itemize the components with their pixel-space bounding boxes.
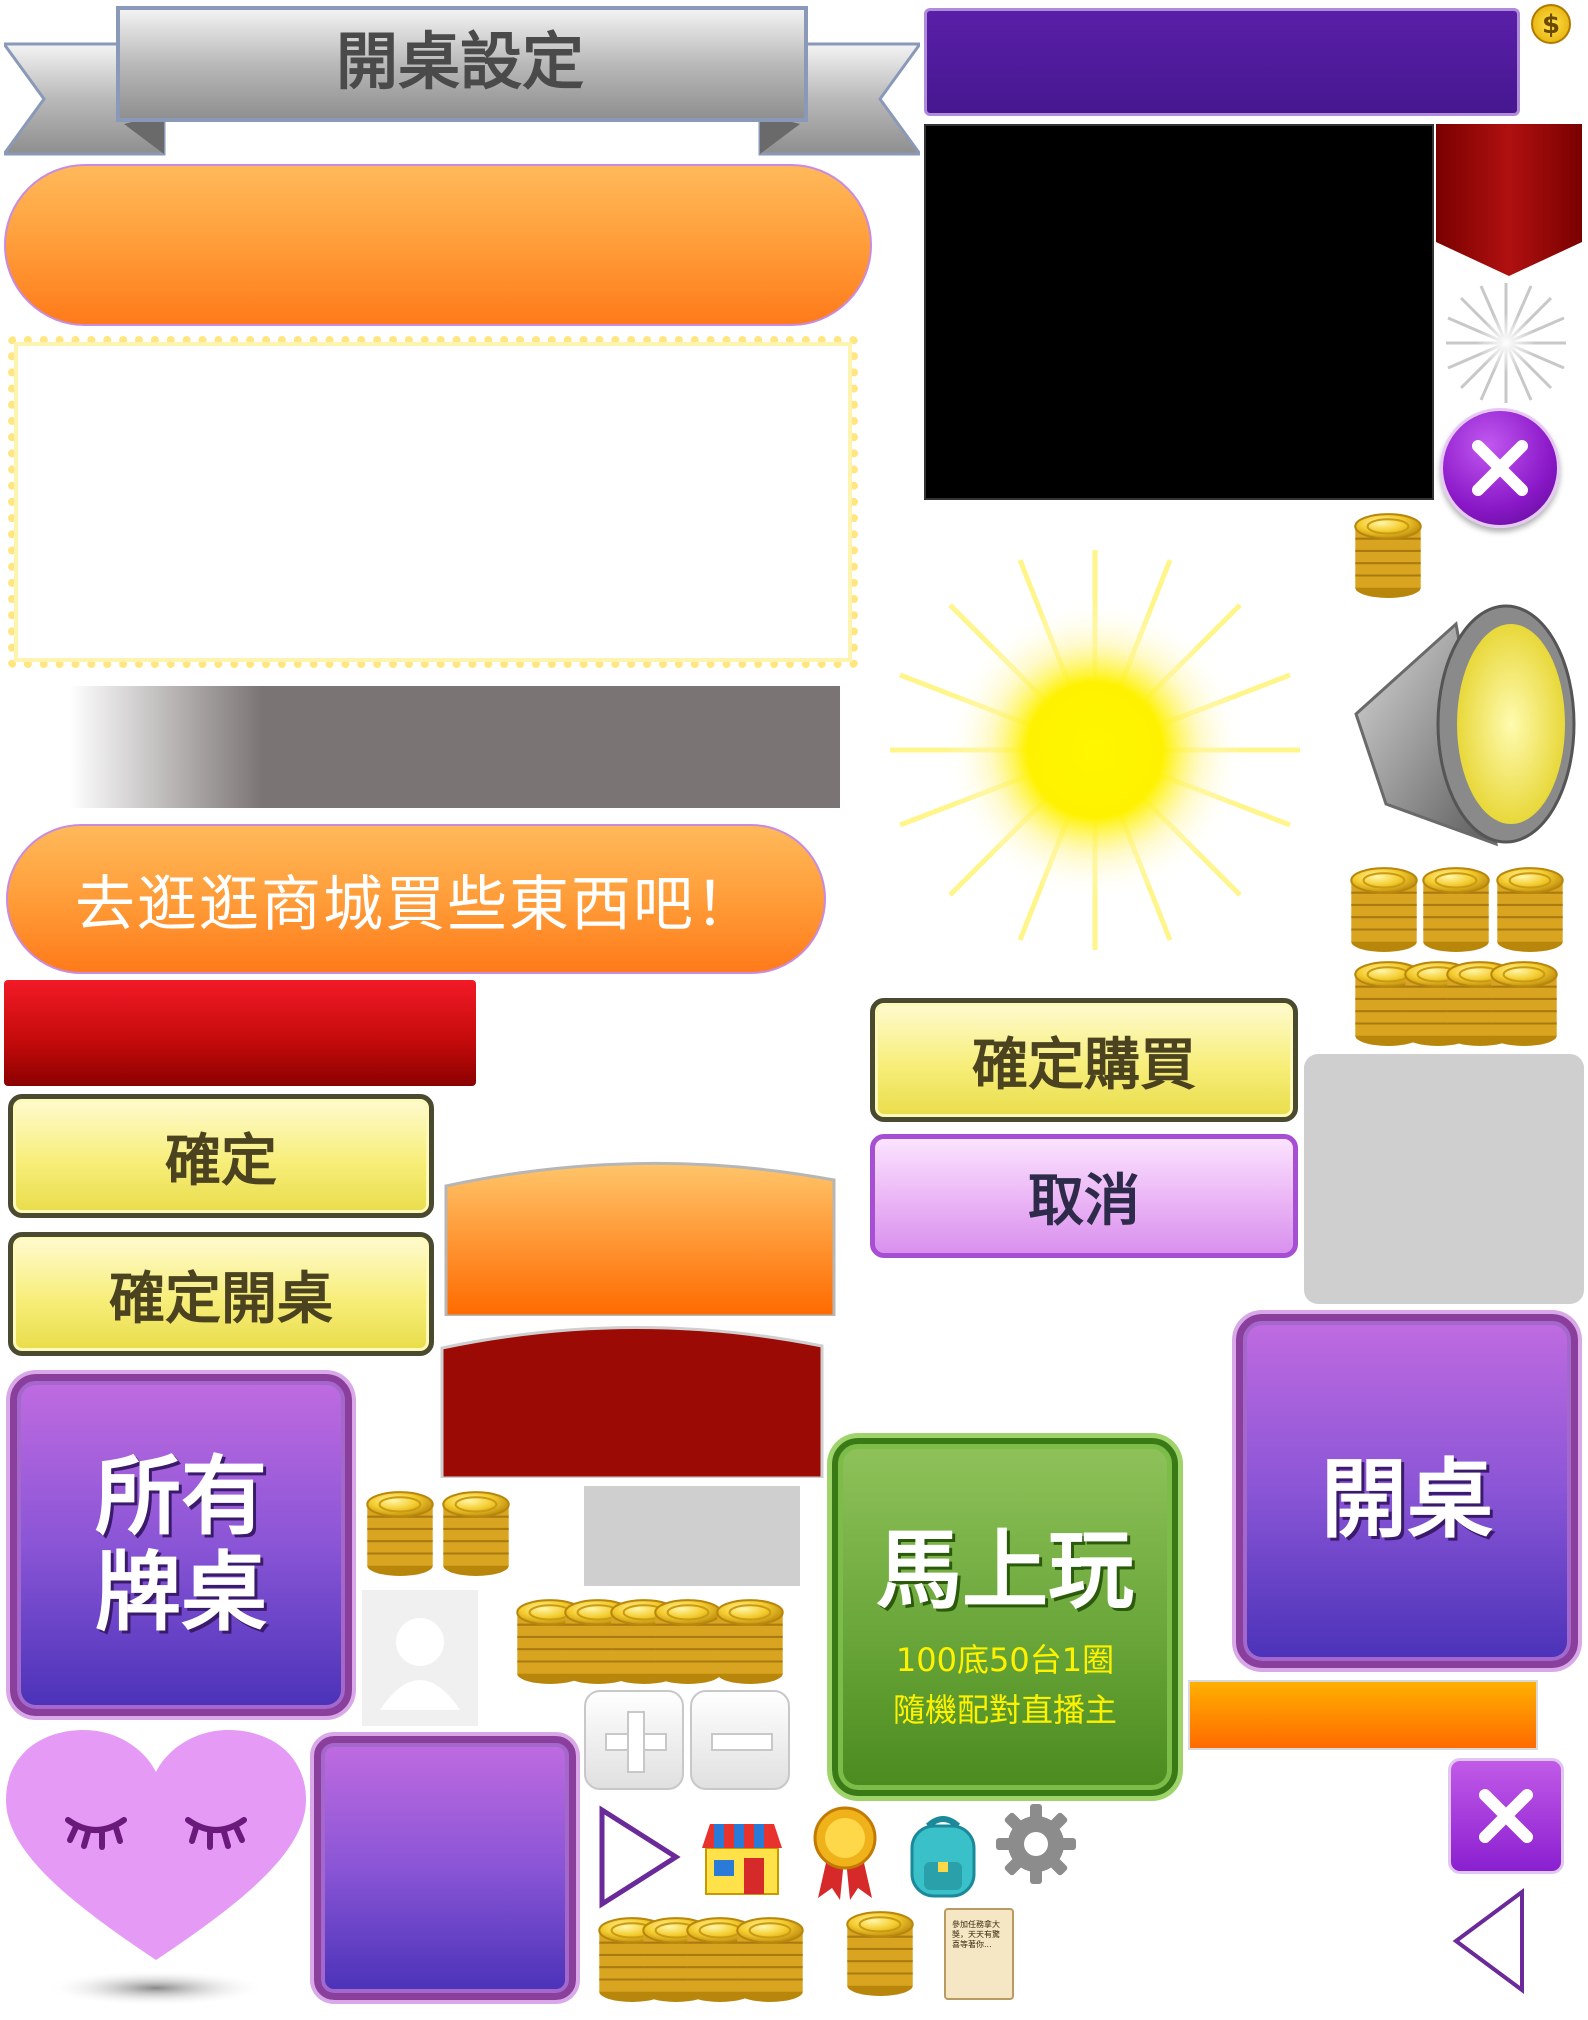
minus-icon — [711, 1733, 773, 1751]
coin-icon — [1352, 508, 1424, 600]
play-now-subtitle-2: 隨機配對直播主 — [892, 1690, 1117, 1729]
coin-icon — [714, 1594, 786, 1686]
dotted-frame — [8, 336, 858, 668]
coin-icon — [1488, 956, 1560, 1048]
orange-bar — [1188, 1680, 1538, 1750]
confirm-open-table-label: 確定開桌 — [109, 1266, 333, 1332]
coin-icon — [1420, 862, 1492, 954]
scroll-icon[interactable]: 參加任務拿大獎，天天有驚喜等著你... — [944, 1908, 1014, 2000]
open-table-button[interactable]: 開桌 — [1236, 1314, 1578, 1668]
confirm-buy-button[interactable]: 確定購買 — [870, 998, 1298, 1122]
play-arrow-icon — [599, 1805, 681, 1909]
spotlight-icon — [1346, 604, 1582, 860]
confirm-buy-label: 確定購買 — [972, 1032, 1196, 1098]
sun-icon — [880, 540, 1310, 960]
avatar-icon — [362, 1590, 478, 1726]
gear-icon[interactable] — [992, 1800, 1080, 1888]
gray-panel — [1304, 1054, 1584, 1304]
all-tables-label-line2: 牌桌 — [95, 1543, 267, 1643]
sparkle-burst — [1436, 278, 1576, 408]
orange-tab — [444, 1152, 836, 1316]
close-square-button[interactable] — [1448, 1758, 1564, 1874]
red-bar — [4, 980, 476, 1086]
coin-icon — [1494, 862, 1566, 954]
shop-icon[interactable] — [700, 1818, 784, 1898]
heart-icon — [6, 1730, 306, 2010]
coin-icon — [440, 1486, 512, 1578]
backpack-icon[interactable] — [900, 1812, 986, 1900]
orange-pill-bar — [4, 164, 872, 326]
plus-icon — [605, 1711, 667, 1773]
empty-purple-tile — [314, 1736, 576, 2000]
play-now-label: 馬上玩 — [876, 1520, 1134, 1621]
coin-icon — [364, 1486, 436, 1578]
play-now-subtitle-1: 100底50台1圈 — [895, 1640, 1115, 1679]
coin-icon — [1348, 862, 1420, 954]
close-round-button[interactable] — [1440, 408, 1560, 528]
dollar-badge-icon: $ — [1531, 4, 1571, 44]
shop-prompt-label: 去逛逛商城買些東西吧！ — [75, 869, 757, 940]
confirm-button[interactable]: 確定 — [8, 1094, 434, 1218]
purple-header-bar — [924, 8, 1520, 116]
open-table-label: 開桌 — [1321, 1449, 1493, 1550]
scroll-note: 參加任務拿大獎，天天有驚喜等著你... — [952, 1920, 1000, 1949]
plus-button[interactable] — [584, 1690, 684, 1790]
fade-gray-bar — [70, 686, 840, 808]
banner-title: 開桌設定 — [335, 25, 584, 98]
close-icon — [1479, 1789, 1533, 1843]
all-tables-label-line1: 所有 — [95, 1447, 267, 1547]
red-pennant — [1436, 124, 1582, 276]
black-panel — [924, 124, 1434, 500]
back-arrow-icon — [1452, 1888, 1524, 1994]
cancel-button[interactable]: 取消 — [870, 1134, 1298, 1258]
dollar-badge-label: $ — [1541, 10, 1561, 40]
minus-button[interactable] — [690, 1690, 790, 1790]
play-now-button[interactable]: 馬上玩 100底50台1圈 隨機配對直播主 — [832, 1438, 1178, 1796]
gray-placeholder — [584, 1486, 800, 1586]
coin-icon — [844, 1906, 916, 1998]
medal-icon[interactable] — [810, 1804, 880, 1902]
close-icon — [1472, 440, 1528, 496]
coin-icon — [734, 1912, 806, 2004]
confirm-open-table-button[interactable]: 確定開桌 — [8, 1232, 434, 1356]
red-tab — [440, 1318, 824, 1478]
shop-prompt-button[interactable]: 去逛逛商城買些東西吧！ — [6, 824, 826, 974]
back-arrow-button[interactable] — [1448, 1886, 1528, 1996]
confirm-label: 確定 — [165, 1128, 277, 1194]
play-arrow-button[interactable] — [592, 1802, 682, 1912]
all-tables-button[interactable]: 所有 牌桌 — [10, 1374, 352, 1716]
cancel-label: 取消 — [1028, 1168, 1140, 1234]
